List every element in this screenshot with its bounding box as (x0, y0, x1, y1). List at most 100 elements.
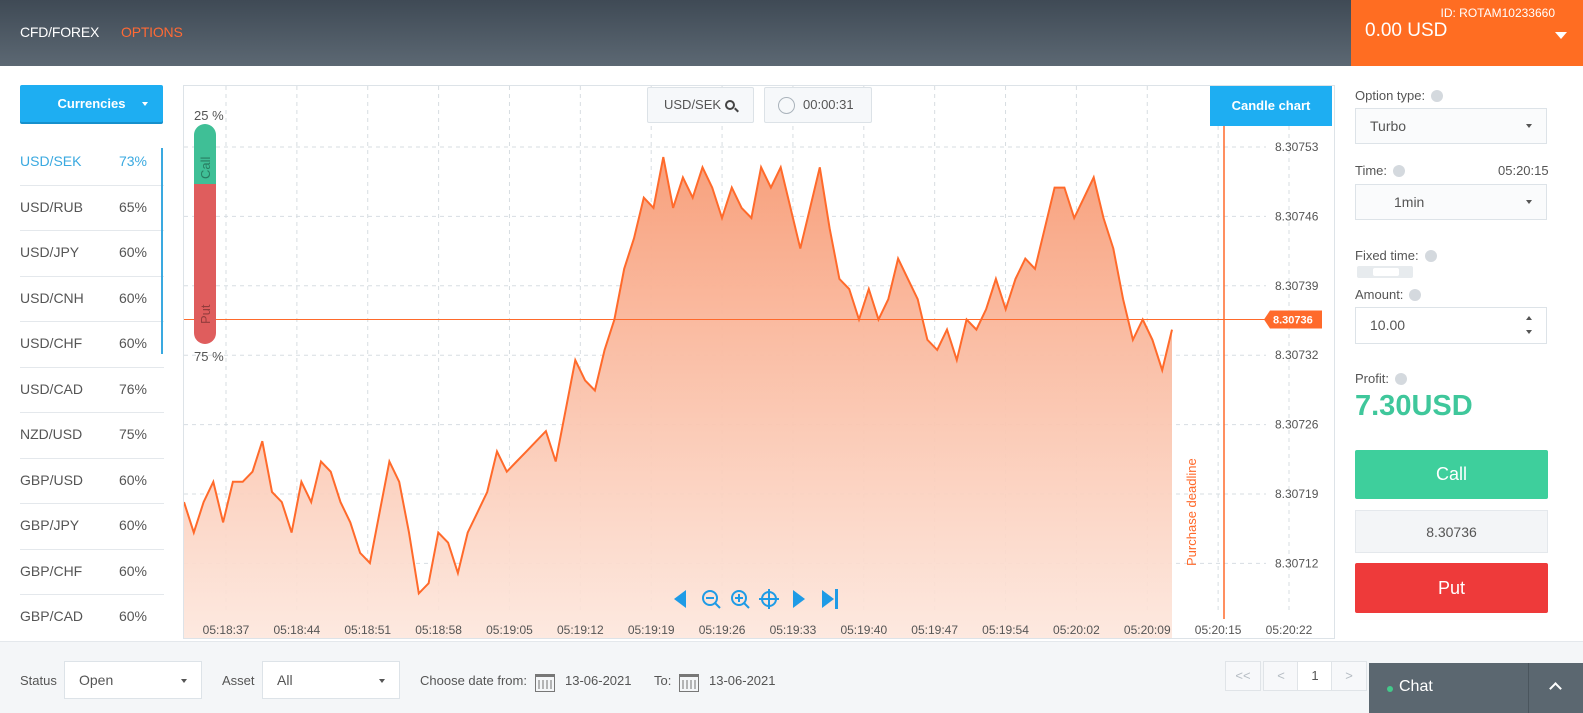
pager-current[interactable]: 1 (1297, 661, 1333, 691)
x-tick-label: 05:19:19 (628, 623, 675, 637)
amount-stepper[interactable]: 10.00 (1355, 307, 1547, 344)
pair-payout: 65% (118, 198, 147, 215)
account-id: ID: ROTAM10233660 (1440, 6, 1556, 20)
price-chart: 8.30753 8.30746 8.30739 8.30732 8.30726 8.307… (183, 85, 1335, 639)
call-button[interactable]: Call (1355, 450, 1548, 499)
help-icon[interactable] (1394, 372, 1407, 385)
y-tick-label: 8.30726 (1275, 418, 1319, 432)
x-tick-label: 05:19:26 (699, 623, 746, 637)
status-value: Open (79, 672, 114, 688)
pair-payout: 60% (118, 517, 147, 533)
pager-prev[interactable]: < (1263, 661, 1299, 691)
asset-label: Asset (222, 673, 255, 688)
currency-pair-item[interactable]: NZD/USD 75% (20, 413, 164, 459)
toggle-knob (1373, 268, 1399, 276)
amount-value: 10.00 (1370, 317, 1406, 333)
current-price-tag: 8.30736 (1264, 310, 1322, 329)
bottom-bar: Status Open Asset All Choose date from: … (0, 641, 1583, 713)
scroll-end-bar (835, 589, 838, 609)
caret-down-icon (1555, 32, 1567, 39)
countdown-timer: 00:00:31 (764, 87, 872, 123)
account-balance-dropdown[interactable]: ID: ROTAM10233660 0.00 USD (1351, 0, 1583, 66)
pair-name: USD/JPY (20, 244, 80, 260)
x-tick-label: 05:19:54 (982, 623, 1029, 637)
pair-name: USD/CAD (20, 380, 84, 397)
caret-down-icon (181, 679, 187, 683)
pair-payout: 60% (118, 289, 147, 306)
currency-pair-list: USD/SEK 73% USD/RUB 65% USD/JPY 60% USD/CNH 60%… (20, 140, 164, 640)
currency-pair-item[interactable]: USD/RUB 65% (20, 186, 164, 231)
currencies-label: Currencies (57, 96, 126, 111)
time-value: 1min (1394, 194, 1425, 210)
clock-icon (778, 97, 795, 114)
time-clock: 05:20:15 (1498, 163, 1549, 178)
currency-pair-item[interactable]: USD/CHF 60% (20, 322, 164, 368)
x-tick-label: 05:18:37 (203, 623, 250, 637)
pair-payout: 76% (118, 380, 147, 397)
y-tick-label: 8.30746 (1275, 209, 1319, 223)
calendar-icon[interactable] (679, 674, 699, 692)
currency-pair-item[interactable]: USD/JPY 60% (20, 231, 164, 277)
asset-select[interactable]: All (262, 661, 400, 699)
pair-name: USD/SEK (20, 153, 82, 169)
candle-chart-button[interactable]: Candle chart (1210, 86, 1332, 126)
fixed-time-label: Fixed time: (1355, 248, 1437, 263)
currency-pair-item[interactable]: USD/CAD 76% (20, 368, 164, 413)
nav-options[interactable]: OPTIONS (121, 24, 183, 40)
y-tick-label: 8.30732 (1275, 348, 1319, 362)
nav-cfd-forex[interactable]: CFD/FOREX (20, 24, 99, 40)
x-tick-label: 05:20:02 (1053, 623, 1100, 637)
currency-pair-item[interactable]: USD/SEK 73% (20, 140, 164, 186)
option-type-value: Turbo (1370, 118, 1407, 134)
help-icon[interactable] (1424, 249, 1437, 262)
pair-payout: 73% (118, 153, 147, 169)
currency-pair-item[interactable]: USD/CNH 60% (20, 277, 164, 322)
date-to-label: To: (654, 673, 672, 688)
pair-name: NZD/USD (20, 426, 83, 442)
x-tick-label: 05:19:12 (557, 623, 604, 637)
pager-next[interactable]: > (1331, 661, 1367, 691)
status-label: Status (20, 673, 57, 688)
option-type-label: Option type: (1355, 88, 1444, 103)
help-icon[interactable] (1409, 288, 1422, 301)
chat-widget[interactable]: Chat (1369, 663, 1583, 713)
pair-list-scrollbar[interactable] (161, 148, 163, 354)
pair-search-button[interactable]: USD/SEK (647, 87, 754, 123)
fixed-time-toggle[interactable] (1357, 266, 1413, 278)
currencies-dropdown[interactable]: Currencies (20, 85, 163, 122)
help-icon[interactable] (1393, 164, 1406, 177)
strike-price: 8.30736 (1355, 510, 1548, 553)
y-tick-label: 8.30712 (1275, 556, 1319, 570)
currency-pair-item[interactable]: GBP/CAD 60% (20, 595, 164, 640)
caret-down-icon (142, 102, 148, 106)
time-select[interactable]: 1min (1355, 184, 1547, 220)
put-percent: 75 % (194, 349, 224, 364)
pager-first[interactable]: << (1225, 661, 1261, 691)
calendar-icon[interactable] (535, 674, 555, 692)
pair-payout: 75% (118, 426, 147, 442)
date-from-value[interactable]: 13-06-2021 (565, 673, 632, 688)
top-bar: CFD/FOREX OPTIONS ID: ROTAM10233660 0.00… (0, 0, 1583, 66)
increment-icon[interactable] (1526, 316, 1532, 320)
y-tick-label: 8.30739 (1275, 279, 1319, 293)
chevron-up-icon[interactable] (1549, 682, 1562, 695)
x-tick-label: 05:20:22 (1266, 623, 1313, 637)
currency-pair-item[interactable]: GBP/JPY 60% (20, 504, 164, 550)
date-from-label: Choose date from: (420, 673, 527, 688)
currency-pair-item[interactable]: GBP/CHF 60% (20, 550, 164, 595)
x-tick-label: 05:20:15 (1195, 623, 1242, 637)
currency-pair-item[interactable]: GBP/USD 60% (20, 459, 164, 504)
pair-name: USD/RUB (20, 198, 84, 215)
help-icon[interactable] (1431, 89, 1444, 102)
status-select[interactable]: Open (64, 661, 202, 699)
decrement-icon[interactable] (1526, 330, 1532, 334)
pair-name: USD/CHF (20, 335, 83, 351)
x-tick-label: 05:20:09 (1124, 623, 1171, 637)
put-button[interactable]: Put (1355, 563, 1548, 613)
online-status-dot (1387, 686, 1393, 692)
date-to-value[interactable]: 13-06-2021 (709, 673, 776, 688)
x-tick-label: 05:19:40 (840, 623, 887, 637)
time-label: Time: (1355, 163, 1406, 178)
pair-name: GBP/USD (20, 471, 84, 488)
option-type-select[interactable]: Turbo (1355, 108, 1547, 144)
